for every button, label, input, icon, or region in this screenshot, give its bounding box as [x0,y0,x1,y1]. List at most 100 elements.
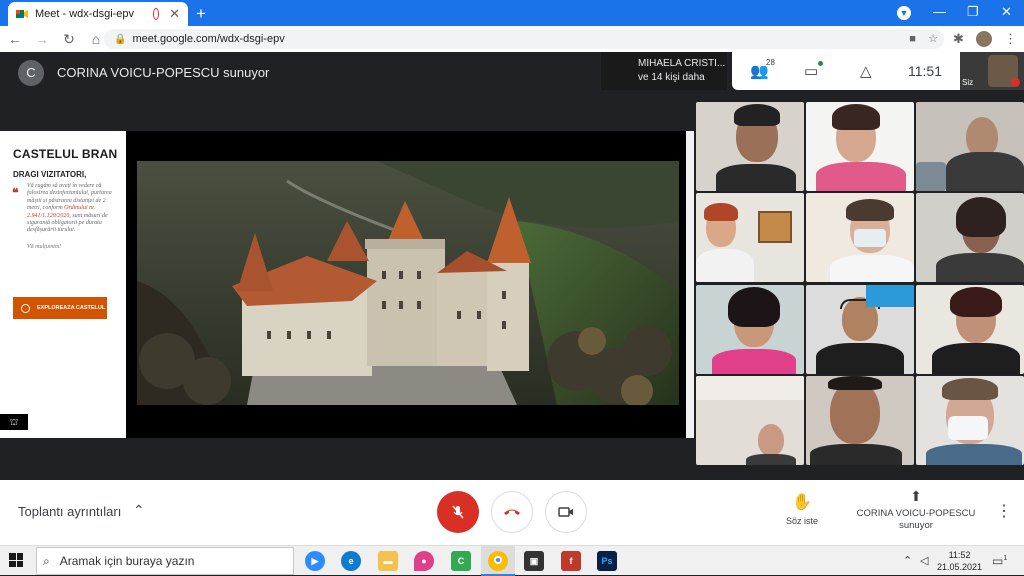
bookmark-star-icon[interactable]: ☆ [928,33,938,45]
camera-icon [558,507,573,517]
back-icon[interactable]: ← [3,31,27,47]
meet-bottom-bar: Toplantı ayrıntıları ⌃ ✋ Söz iste ⬆ CORI… [0,480,1024,545]
restore-button[interactable]: ❐ [967,4,979,20]
presenter-avatar: C [18,60,44,86]
paint-app-icon[interactable]: ● [414,551,434,571]
file-explorer-icon[interactable]: ▬ [378,551,398,571]
tab-close-icon[interactable]: ✕ [169,6,180,22]
hang-up-icon [504,509,520,515]
participant-tile[interactable] [806,193,914,282]
hang-up-button[interactable] [491,491,533,533]
windows-start-icon[interactable] [9,553,23,567]
meet-top-controls: 👥 28 ▭ △ 11:51 [732,52,960,90]
search-icon: ⌕ [43,553,50,568]
participant-tile[interactable] [696,285,804,374]
participant-name: MIHAELA CRISTI... [638,58,726,69]
edge-app-icon[interactable]: e [341,551,361,571]
participant-tile[interactable] [806,102,914,191]
more-options-icon[interactable]: ⋮ [996,501,1012,521]
recording-icon [154,9,159,19]
participant-grid [694,100,1024,467]
presentation-stage: CASTELUL BRAN DRAGI VIZITATORI, ❝ Vă rug… [0,90,694,480]
slide-title: CASTELUL BRAN [13,147,118,161]
presenting-status[interactable]: ⬆ CORINA VOICU-POPESCU sunuyor [852,488,980,532]
lock-icon: 🔒 [114,33,127,45]
chevron-up-icon[interactable]: ⌃ [133,502,145,519]
participant-tile[interactable] [916,193,1024,282]
minimize-button[interactable]: — [933,4,946,19]
flash-app-icon[interactable]: f [561,551,581,571]
tray-chevron-icon[interactable]: ⌃ [903,554,912,567]
self-muted-icon [1011,78,1020,87]
slide-scrollbar[interactable] [686,131,694,438]
slide-thanks: Vă mulțumim! [27,243,62,250]
taskbar-time: 11:52 [948,550,971,560]
mic-muted-button[interactable] [437,491,479,533]
raise-hand-button[interactable]: ✋ Söz iste [780,492,824,526]
chrome-app-icon[interactable] [488,551,508,571]
reload-icon[interactable]: ↻ [57,31,81,48]
castle-video-frame [137,161,679,405]
explore-castle-button[interactable]: EXPLOREAZA CASTELUL [13,297,107,319]
activities-icon[interactable]: △ [860,62,872,80]
store-app-icon[interactable]: ▣ [524,551,544,571]
taskbar-search[interactable]: ⌕ Aramak için buraya yazın [36,547,294,575]
hand-icon: ✋ [792,494,812,511]
presenting-name: CORINA VOICU-POPESCU [856,508,976,519]
browser-toolbar: ← → ↻ ⌂ 🔒 meet.google.com/wdx-dsgi-epv ■… [0,26,1024,52]
people-count: 28 [766,58,775,67]
tab-recording[interactable]: ✕ [146,2,188,26]
meet-favicon [16,8,28,20]
taskbar-clock[interactable]: 11:52 21.05.2021 [937,549,982,573]
tab-title: Meet - wdx-dsgi-epv [35,8,135,20]
camera-in-use-icon[interactable]: ■ [909,33,916,45]
forward-icon[interactable]: → [30,31,54,47]
slide-logo-icon: ⛫ [0,414,28,430]
meet-top-bar: C CORINA VOICU-POPESCU sunuyor MIHAELA C… [0,52,1024,90]
present-screen-icon: ⬆ [910,488,922,504]
meeting-details-button[interactable]: Toplantı ayrıntıları [18,504,121,519]
meeting-clock: 11:51 [908,63,942,79]
slide-greeting: DRAGI VIZITATORI, [13,170,87,179]
slide-message: Vă rugăm să aveți în vedere că folosirea… [27,183,119,235]
participant-tile[interactable] [696,193,804,282]
participant-tile[interactable] [696,376,804,465]
self-view-tile[interactable]: Siz [960,52,1024,90]
participant-tile[interactable] [696,102,804,191]
participant-tile[interactable] [806,285,914,374]
photoshop-app-icon[interactable]: Ps [597,551,617,571]
url-text: meet.google.com/wdx-dsgi-epv [132,33,285,45]
camera-button[interactable] [545,491,587,533]
notification-count: 1 [1003,555,1008,562]
self-label: Siz [962,78,974,87]
extensions-icon[interactable]: ✱ [953,31,964,47]
windows-taskbar: ⌕ Aramak için buraya yazın ▶ e ▬ ● C ▣ f… [0,545,1024,576]
participant-tile[interactable] [916,376,1024,465]
close-window-button[interactable]: ✕ [1001,4,1012,20]
explore-button-label: EXPLOREAZA CASTELUL [37,305,106,311]
menu-kebab-icon[interactable]: ⋮ [1004,31,1017,47]
participant-more: ve 14 kişi daha [638,72,705,83]
notification-icon[interactable]: ▭1 [992,554,1007,568]
quote-icon: ❝ [12,186,19,200]
zoom-app-icon[interactable]: ▶ [305,551,325,571]
browser-tabstrip: Meet - wdx-dsgi-epv ✕ ✕ + ▼ — ❐ ✕ [0,0,1024,26]
participant-tile[interactable] [916,285,1024,374]
participant-tile[interactable] [806,376,914,465]
mic-off-icon [452,505,464,519]
participant-tile[interactable] [916,102,1024,191]
castle-video[interactable] [137,161,679,405]
slide-side-panel: CASTELUL BRAN DRAGI VIZITATORI, ❝ Vă rug… [0,131,126,438]
camtasia-app-icon[interactable]: C [451,551,471,571]
presenting-label: sunuyor [899,520,933,531]
address-bar[interactable]: 🔒 meet.google.com/wdx-dsgi-epv ■ ☆ [104,29,944,49]
new-tab-button[interactable]: + [196,4,206,24]
raise-hand-label: Söz iste [785,516,818,526]
chat-unread-dot [818,61,823,66]
chat-icon[interactable]: ▭ [804,62,818,80]
profile-indicator-icon[interactable]: ▼ [897,6,911,20]
profile-avatar[interactable] [976,31,992,47]
speaker-icon[interactable]: ◁ [920,554,928,567]
taskbar-date: 21.05.2021 [937,562,983,572]
participants-preview[interactable]: MIHAELA CRISTI... ve 14 kişi daha [601,52,727,90]
